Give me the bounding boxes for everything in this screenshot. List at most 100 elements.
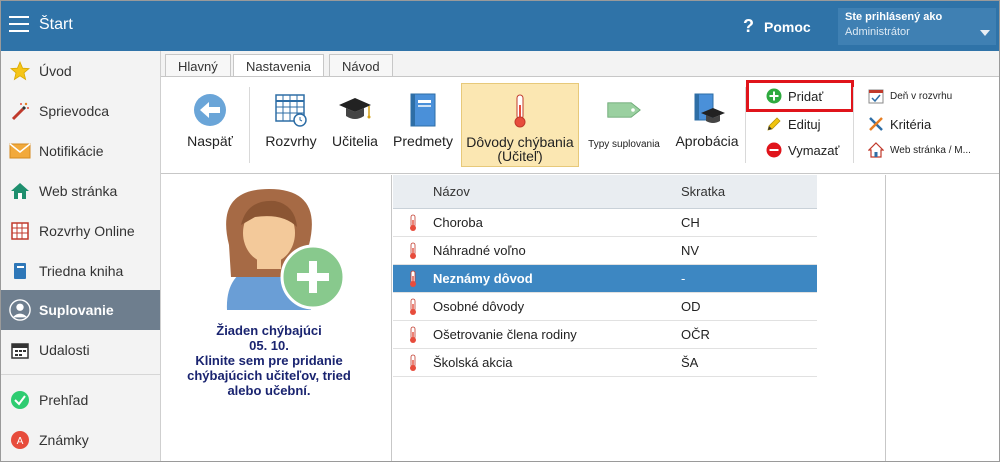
row-name: Školská akcia <box>433 355 513 370</box>
edit-label: Edituj <box>788 116 821 132</box>
person-icon <box>9 299 31 321</box>
thermometer-icon <box>393 242 433 260</box>
subjects-label: Predmety <box>393 133 453 149</box>
delete-button[interactable]: Vymazať <box>765 139 839 161</box>
sidebar-item-uvod[interactable]: Úvod <box>1 51 160 91</box>
table-row[interactable]: Choroba CH <box>393 209 817 237</box>
back-button[interactable]: Naspäť <box>179 83 241 167</box>
timetable-icon <box>9 220 31 242</box>
sidebar-item-label: Sprievodca <box>39 103 110 119</box>
sidebar-item-label: Rozvrhy Online <box>39 223 135 239</box>
thermometer-icon <box>393 326 433 344</box>
empty-state-line1: Žiaden chýbajúci <box>216 323 322 338</box>
empty-state-line3: Klinite sem pre pridanie <box>195 353 343 368</box>
ribbon-toolbar: Naspäť Rozvrhy Učitelia Predmety Dôvody … <box>161 76 999 174</box>
edit-button[interactable]: Edituj <box>765 113 821 135</box>
approbation-button[interactable]: Aprobácia <box>669 83 745 167</box>
sidebar-item-sprievodca[interactable]: Sprievodca <box>1 91 160 131</box>
sidebar-item-suplovanie[interactable]: Suplovanie <box>1 290 160 330</box>
timetable-grid-icon <box>273 92 309 128</box>
empty-state-line5: alebo učební. <box>227 383 311 398</box>
hamburger-menu-icon[interactable] <box>9 16 29 34</box>
calendar-check-icon <box>867 87 885 105</box>
tools-icon <box>867 115 885 133</box>
sidebar-item-znamky[interactable]: A Známky <box>1 420 160 460</box>
thermometer-icon <box>393 214 433 232</box>
thermometer-icon <box>393 354 433 372</box>
day-in-schedule-button[interactable]: Deň v rozvrhu <box>867 87 952 105</box>
login-label: Ste prihlásený ako <box>845 11 943 23</box>
help-button[interactable]: ? Pomoc <box>743 16 811 37</box>
row-name: Ošetrovanie člena rodiny <box>433 327 577 342</box>
tab-hlavny[interactable]: Hlavný <box>165 54 231 78</box>
substitution-types-button[interactable]: Typy suplovania <box>585 83 663 167</box>
graduation-cap-icon <box>337 92 373 128</box>
grade-icon: A <box>9 429 31 451</box>
notebook-icon <box>9 260 31 282</box>
row-short: OČR <box>681 327 710 342</box>
top-bar: Štart ? Pomoc Ste prihlásený ako Adminis… <box>1 1 999 51</box>
absence-reasons-label: Dôvody chýbania (Učiteľ) <box>466 135 573 163</box>
empty-state-line4: chýbajúcich učiteľov, tried <box>187 368 351 383</box>
sidebar-item-rozvrhy-online[interactable]: Rozvrhy Online <box>1 211 160 251</box>
book-icon <box>405 92 441 128</box>
tab-navod[interactable]: Návod <box>329 54 393 78</box>
absence-reasons-button[interactable]: Dôvody chýbania (Učiteľ) <box>461 83 579 167</box>
sidebar-item-udalosti[interactable]: Udalosti <box>1 330 160 370</box>
row-short: OD <box>681 299 701 314</box>
criteria-button[interactable]: Kritéria <box>867 113 931 135</box>
help-label: Pomoc <box>764 18 811 35</box>
ribbon-divider <box>853 87 854 163</box>
teachers-label: Učitelia <box>332 133 378 149</box>
thermometer-icon <box>393 270 433 288</box>
pencil-icon <box>765 115 783 133</box>
table-row-selected[interactable]: Neznámy dôvod - <box>393 265 817 293</box>
sidebar-item-label: Úvod <box>39 63 72 79</box>
tab-nastavenia[interactable]: Nastavenia <box>233 54 325 78</box>
table-row[interactable]: Náhradné voľno NV <box>393 237 817 265</box>
teachers-button[interactable]: Učitelia <box>327 83 383 167</box>
sidebar-item-triedna-kniha[interactable]: Triedna kniha <box>1 251 160 291</box>
star-icon <box>9 60 31 82</box>
teacher-avatar-add-icon <box>226 189 346 310</box>
sidebar-item-prehlad[interactable]: Prehľad <box>1 380 160 420</box>
login-user: Administrátor <box>845 26 910 38</box>
check-circle-icon <box>9 389 31 411</box>
thermometer-icon <box>393 298 433 316</box>
table-header: Názov Skratka <box>393 175 817 209</box>
row-short: - <box>681 271 686 286</box>
app-title: Štart <box>39 16 73 33</box>
row-name: Neznámy dôvod <box>433 271 533 286</box>
svg-text:A: A <box>17 436 24 447</box>
sidebar-item-notifikacie[interactable]: Notifikácie <box>1 131 160 171</box>
plus-circle-icon <box>765 87 783 105</box>
add-button[interactable]: Pridať <box>746 80 854 112</box>
approbation-label: Aprobácia <box>675 133 739 149</box>
tab-bar: Hlavný Nastavenia Návod <box>161 51 999 78</box>
ribbon-divider <box>249 87 250 163</box>
house-small-icon <box>867 141 885 159</box>
timetables-button[interactable]: Rozvrhy <box>259 83 323 167</box>
app-window: Štart ? Pomoc Ste prihlásený ako Adminis… <box>0 0 1000 462</box>
subjects-button[interactable]: Predmety <box>389 83 457 167</box>
missing-teachers-panel[interactable]: Žiaden chýbajúci 05. 10. Klinite sem pre… <box>161 175 392 461</box>
empty-state-date: 05. 10. <box>249 338 289 353</box>
add-label: Pridať <box>788 88 824 104</box>
column-header-short[interactable]: Skratka <box>681 184 811 199</box>
table-row[interactable]: Školská akcia ŠA <box>393 349 817 377</box>
caret-down-icon <box>980 30 990 36</box>
user-dropdown[interactable]: Ste prihlásený ako Administrátor <box>838 8 996 45</box>
web-page-button[interactable]: Web stránka / M... <box>867 141 971 159</box>
sidebar-divider <box>1 374 160 375</box>
back-arrow-icon <box>192 92 228 128</box>
table-row[interactable]: Ošetrovanie člena rodiny OČR <box>393 321 817 349</box>
sidebar-item-web-stranka[interactable]: Web stránka <box>1 171 160 211</box>
absence-reasons-label-line2: (Učiteľ) <box>497 148 543 164</box>
column-header-name[interactable]: Názov <box>433 184 681 199</box>
house-icon <box>9 180 31 202</box>
delete-label: Vymazať <box>788 142 840 158</box>
row-name: Choroba <box>433 215 483 230</box>
ribbon-divider <box>745 87 746 163</box>
row-name: Náhradné voľno <box>433 243 526 258</box>
table-row[interactable]: Osobné dôvody OD <box>393 293 817 321</box>
